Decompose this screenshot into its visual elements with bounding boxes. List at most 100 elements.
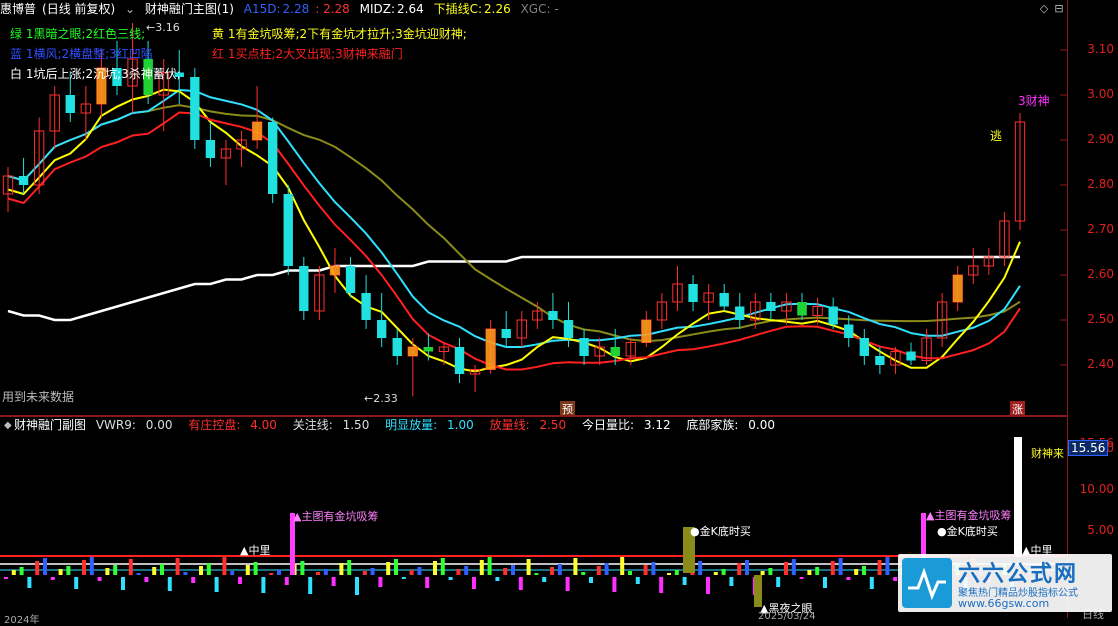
sub-bar [394,559,398,575]
sub-bar [160,564,164,575]
sub-name[interactable]: 财神融门副图 [14,418,86,432]
sub-bar [518,577,523,590]
sub-header: 财神融门副图 VWR9: 0.00 有庄控盘: 4.00 关注线: 1.50 明… [0,416,787,434]
sub-bar [534,573,539,575]
sub-bar [50,577,55,580]
sub-bottom-left: 2024年 [4,615,40,626]
current-value-box: 15.56 [1068,440,1109,456]
sub-bar [230,571,235,575]
sub-bar [885,557,890,575]
sub-bar [604,563,609,575]
stock-name[interactable]: 惠博普 [0,2,36,16]
diamond-icon[interactable]: ◇ [1038,3,1050,15]
sub-bar [893,577,898,581]
candle-body [18,176,29,185]
xiachaxian-label: 下插线C: [433,2,483,16]
sub-bar [698,561,703,575]
sub-bar [167,577,172,591]
main-tick-1: 3.00 [1087,87,1114,101]
sub-bar [136,573,141,575]
site-logo[interactable]: 六六公式网 聚焦热门精品炒股指标公式 www.66gsw.com [898,554,1112,612]
sub-bar [526,559,531,575]
orange-band [330,266,340,275]
sub-bar [620,557,625,575]
main-tick-4: 2.70 [1087,222,1114,236]
sub-bar [799,577,804,579]
candle-body [65,95,75,113]
main-tick-6: 2.50 [1087,312,1114,326]
sub-bar [417,567,422,575]
sub-bar [113,565,118,575]
sub-bar [573,558,578,575]
candle-body [190,77,200,140]
sub-bar [253,562,258,575]
sub-tick-3: 5.00 [1087,523,1114,537]
orange-band [252,122,262,140]
sub-bar [768,568,773,575]
xiachaxian-value: 2.26 [484,2,511,16]
sub-bar [378,577,383,587]
logo-chart-icon [902,558,952,608]
high-price-label: ←3.16 [146,21,180,34]
sub-bar [144,577,149,582]
sub-bar [152,567,157,575]
sub-date: 2025/03/24 [758,611,816,622]
sub-bar [877,560,882,575]
sub-bar [206,563,211,575]
footer-note: 用到未来数据 [2,390,75,404]
indicator-name[interactable]: 财神融门主图(1) [145,2,234,16]
sub-bar [557,564,562,575]
sub-bar [589,577,593,583]
candle-body [454,347,465,374]
orange-band [408,347,418,356]
cyan-ma-line [7,89,1021,348]
midz-line [7,255,1020,322]
candle-body [766,302,776,311]
sub-bar [503,568,508,575]
orange-band [953,275,963,302]
sub-bar [370,568,375,575]
sub-bar [214,577,219,592]
sub-bar [565,577,570,591]
sub-bar [284,577,289,585]
sub-bar [339,563,344,575]
legend-red: 红 1买点柱;2大叉出现;3财神来融门 [212,47,403,61]
period-mode[interactable]: (日线 前复权) [42,2,115,16]
main-tick-3: 2.80 [1087,177,1114,191]
sub-bar [511,565,515,575]
guanzhu: 关注线: 1.50 [292,418,370,432]
sub-bar [386,562,391,575]
candle-body [205,140,216,158]
orange-band [485,329,496,370]
sub-bar [74,577,79,589]
sub-bar [222,557,227,575]
main-tick-5: 2.60 [1087,267,1114,281]
sub-bar [760,571,765,575]
sub-bar [807,570,812,575]
chevron-down-icon[interactable]: ⌄ [125,2,135,16]
sub-bar [277,570,281,575]
candle-body [875,356,885,365]
sub-diamond-icon[interactable]: ◆ [4,420,12,431]
tao-label: 逃 [990,129,1003,143]
xgc-label: XGC: - [520,2,559,16]
main-chart-canvas[interactable] [0,0,1068,415]
sub-bar [628,571,632,575]
sub-bar [425,577,430,588]
sub-caishenlai: 财神来 [1031,447,1064,460]
vvr9: VWR9: 0.00 [95,418,173,432]
sub-bar [4,577,8,579]
sub-bar [175,558,180,575]
sub-bar [401,577,406,579]
sub-bar [440,558,445,575]
sub-bar [550,567,554,575]
candle-body [361,293,371,320]
sub-bar [58,569,63,575]
jinri: 今日量比: 3.12 [582,418,671,432]
sub-bar [838,558,843,575]
sub-bar [854,569,859,575]
sub-bar [784,562,788,575]
legend-blue: 蓝 1横风;2横盘整;3红凹陷 [10,47,153,61]
minimize-icon[interactable]: ⊟ [1053,3,1065,15]
sub-bar [479,560,484,575]
